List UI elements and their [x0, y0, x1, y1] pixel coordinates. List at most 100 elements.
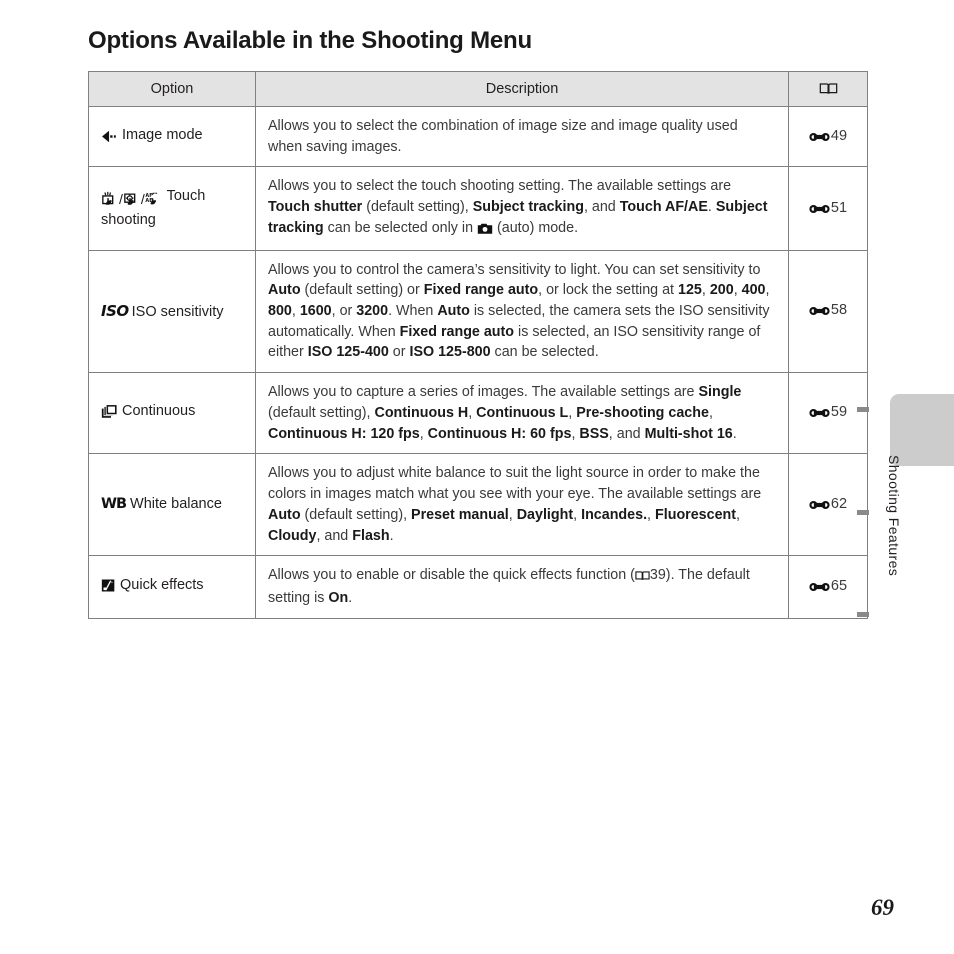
reference-page: 62	[830, 495, 848, 512]
description-text: ,	[419, 425, 428, 442]
description-bold: 200	[709, 282, 734, 299]
reference-page: 59	[830, 404, 848, 421]
description-text: , or lock the setting at	[538, 282, 679, 299]
description-text: ,	[468, 404, 477, 421]
description-text: .	[732, 425, 737, 442]
option-cell-white-balance: WB White balance	[88, 453, 256, 557]
description-text: Allows you to select the touch shooting …	[268, 178, 732, 195]
description-bold: Auto	[268, 282, 301, 299]
description-bold: Cloudy	[268, 527, 317, 544]
reference-cell-quick-effects: 65	[788, 555, 868, 619]
option-label: White balance	[130, 496, 222, 512]
reference-binocular-icon	[809, 202, 831, 218]
reference-binocular-icon	[809, 130, 831, 146]
description-bold: Flash	[352, 527, 390, 544]
table-row: WB White balance Allows you to adjust whi…	[88, 453, 868, 557]
description-text: ,	[708, 404, 713, 421]
description-text: .	[348, 589, 353, 606]
page-number: 69	[871, 895, 894, 920]
description-bold: 800	[268, 303, 292, 320]
description-bold: Touch AF/AE	[619, 199, 708, 216]
column-header-description: Description	[255, 71, 789, 107]
description-bold: 400	[741, 282, 766, 299]
description-cell-touch-shooting: Allows you to select the touch shooting …	[255, 166, 789, 251]
description-cell-quick-effects: Allows you to enable or disable the quic…	[255, 555, 789, 619]
description-text: Allows you to select the combination of …	[268, 118, 738, 155]
description-text: ,	[508, 506, 517, 523]
touch-af-ae-icon: AF AE	[145, 192, 157, 205]
description-bold: On	[328, 589, 349, 606]
description-bold: Continuous H: 120 fps	[268, 425, 420, 442]
table-header-row: Option Description	[88, 71, 868, 107]
description-text: ,	[701, 282, 710, 299]
description-text: , or	[331, 303, 357, 320]
description-bold: Incandes.	[581, 506, 648, 523]
book-icon	[819, 82, 838, 98]
option-label: Continuous	[122, 403, 196, 420]
option-cell-image-mode: Image mode	[88, 105, 256, 168]
description-bold: Continuous H: 60 fps	[427, 425, 572, 442]
description-bold: Touch shutter	[268, 199, 363, 216]
description-bold: Auto	[268, 506, 301, 523]
reference-cell-continuous: 59	[788, 372, 868, 455]
description-bold: Auto	[437, 303, 470, 320]
description-bold: Multi-shot 16	[644, 425, 733, 442]
option-cell-touch-shooting: / / AF AE Touch shooting	[88, 166, 256, 251]
continuous-icon	[101, 404, 122, 424]
description-bold: Single	[698, 384, 742, 401]
reference-cell-iso-sensitivity: 58	[788, 249, 868, 374]
reference-page: 51	[830, 199, 848, 216]
description-text: ,	[291, 303, 300, 320]
table-row: Image mode Allows you to select the comb…	[88, 105, 868, 168]
description-bold: 3200	[356, 303, 389, 320]
description-bold: Fluorescent	[655, 506, 737, 523]
description-text: . When	[388, 303, 438, 320]
description-cell-white-balance: Allows you to adjust white balance to su…	[255, 453, 789, 557]
option-label: ISO sensitivity	[131, 303, 224, 320]
description-text: .	[707, 199, 716, 216]
column-header-reference	[788, 71, 868, 107]
description-bold: Daylight	[516, 506, 574, 523]
image-mode-icon	[101, 128, 122, 148]
table-row: / / AF AE Touch shooting Allows you to s…	[88, 166, 868, 251]
reference-page: 58	[830, 302, 848, 319]
description-bold: ISO 125-400	[307, 344, 389, 361]
description-bold: Fixed range auto	[423, 282, 539, 299]
table-row: Quick effects Allows you to enable or di…	[88, 555, 868, 619]
description-bold: Preset manual	[411, 506, 509, 523]
description-bold: Subject tracking	[472, 199, 584, 216]
iso-icon: ISO	[101, 301, 129, 320]
description-text: ,	[765, 282, 770, 299]
option-cell-continuous: Continuous	[88, 372, 256, 455]
description-text: Allows you to enable or disable the quic…	[268, 567, 635, 584]
description-bold: ISO 125-800	[409, 344, 491, 361]
description-text: (default setting),	[268, 404, 375, 421]
option-label: Quick effects	[120, 577, 204, 594]
page-title: Options Available in the Shooting Menu	[88, 27, 532, 54]
edge-tick-mark-2	[857, 510, 869, 515]
quick-effects-icon	[101, 578, 120, 598]
description-bold: 125	[678, 282, 702, 299]
description-bold: BSS	[579, 425, 609, 442]
description-text: can be selected.	[490, 344, 599, 361]
shooting-menu-options-table: Option Description Image mode Allows you…	[88, 71, 868, 619]
description-text: Allows you to adjust white balance to su…	[268, 465, 762, 503]
touch-shutter-icon	[102, 191, 114, 205]
description-text: Allows you to capture a series of images…	[268, 384, 699, 401]
option-label: Image mode	[122, 126, 203, 143]
description-bold: Fixed range auto	[399, 323, 515, 340]
reference-cell-touch-shooting: 51	[788, 166, 868, 251]
description-bold: Pre-shooting cache	[576, 404, 709, 421]
white-balance-icon: WB	[101, 496, 127, 512]
description-text: (default setting) or	[300, 282, 424, 299]
description-text: .	[389, 527, 394, 544]
description-text: ,	[573, 506, 582, 523]
section-tab-label: Shooting Features	[886, 455, 902, 577]
description-text: (auto) mode.	[493, 219, 579, 236]
description-text: Allows you to control the camera’s sensi…	[268, 261, 761, 278]
description-cell-continuous: Allows you to capture a series of images…	[255, 372, 789, 455]
reference-binocular-icon	[809, 304, 831, 320]
description-text: (default setting),	[300, 506, 412, 523]
reference-page: 65	[830, 577, 848, 594]
reference-cell-white-balance: 62	[788, 453, 868, 557]
